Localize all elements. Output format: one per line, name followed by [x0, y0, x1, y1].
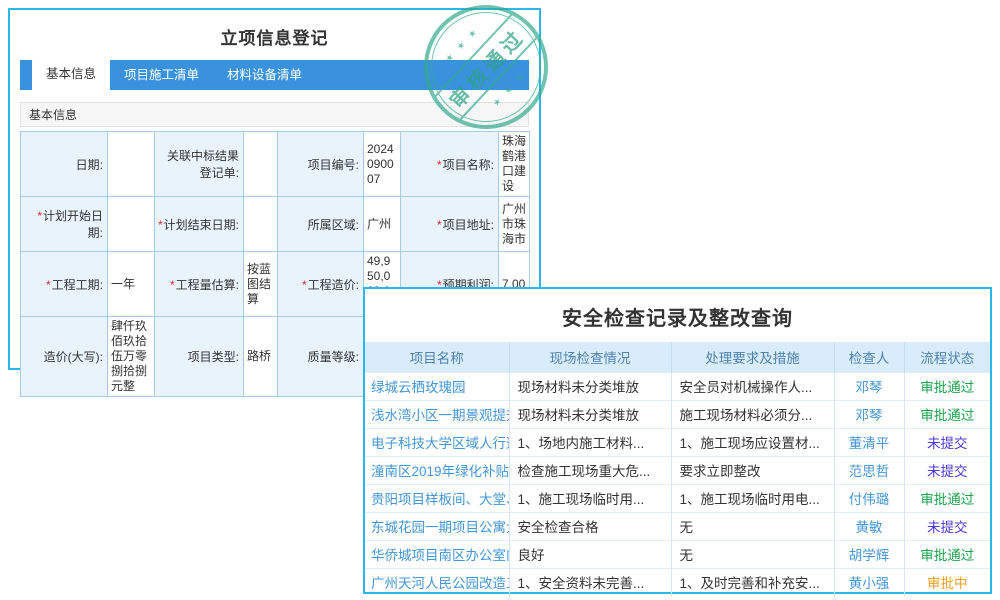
inspection-cell: 1、施工现场临时用...: [509, 484, 671, 512]
registration-tabbar: 基本信息 项目施工清单 材料设备清单: [20, 60, 529, 90]
basic-info-section-header: 基本信息: [20, 102, 529, 127]
field-value-project-type: 路桥: [244, 317, 278, 397]
tab-construction-list[interactable]: 项目施工清单: [110, 60, 213, 90]
col-header-inspection: 现场检查情况: [509, 342, 671, 372]
table-header-row: 项目名称 现场检查情况 处理要求及措施 检查人 流程状态: [365, 342, 990, 372]
registration-title: 立项信息登记: [10, 10, 539, 60]
field-label-quantity-estimate: *工程量估算:: [155, 252, 244, 317]
field-value-project-no: 2024090007: [364, 132, 401, 197]
status-badge: 未提交: [904, 456, 990, 484]
field-value-project-name: 珠海鹤港口建设: [499, 132, 530, 197]
field-value-plan-start: [108, 197, 155, 252]
field-value-plan-end: [244, 197, 278, 252]
tab-material-equipment-list[interactable]: 材料设备清单: [213, 60, 316, 90]
safety-query-panel: 安全检查记录及整改查询 项目名称 现场检查情况 处理要求及措施 检查人 流程状态…: [363, 287, 992, 594]
project-name-link[interactable]: 潼南区2019年绿化补贴项: [365, 456, 509, 484]
inspection-cell: 检查施工现场重大危...: [509, 456, 671, 484]
inspector-cell: 黄小强: [834, 568, 904, 596]
col-header-inspector: 检查人: [834, 342, 904, 372]
measures-cell: 要求立即整改: [671, 456, 834, 484]
status-badge: 审批通过: [904, 540, 990, 568]
inspection-cell: 良好: [509, 540, 671, 568]
status-badge: 审批通过: [904, 484, 990, 512]
field-value-duration: 一年: [108, 252, 155, 317]
required-asterisk: *: [46, 278, 51, 292]
inspector-cell: 邓琴: [834, 400, 904, 428]
field-value-quantity-estimate: 按蓝图结算: [244, 252, 278, 317]
field-label-duration: *工程工期:: [21, 252, 108, 317]
table-row: 东城花园一期项目公寓大 安全检查合格 无 黄敏 未提交: [365, 512, 990, 540]
project-name-link[interactable]: 东城花园一期项目公寓大: [365, 512, 509, 540]
field-label-project-name: *项目名称:: [401, 132, 499, 197]
project-name-link[interactable]: 浅水湾小区一期景观提升: [365, 400, 509, 428]
inspector-cell: 付伟璐: [834, 484, 904, 512]
field-label-cost-in-words: 造价(大写):: [21, 317, 108, 397]
status-badge: 未提交: [904, 512, 990, 540]
field-value-date: [108, 132, 155, 197]
table-row: 浅水湾小区一期景观提升 现场材料未分类堆放 施工现场材料必须分... 邓琴 审批…: [365, 400, 990, 428]
project-name-link[interactable]: 广州天河人民公园改造工: [365, 568, 509, 596]
required-asterisk: *: [37, 209, 42, 223]
status-badge: 未提交: [904, 428, 990, 456]
col-header-measures: 处理要求及措施: [671, 342, 834, 372]
inspection-cell: 现场材料未分类堆放: [509, 372, 671, 400]
field-value-region: 广州: [364, 197, 401, 252]
field-label-project-type: 项目类型:: [155, 317, 244, 397]
tab-basic-info[interactable]: 基本信息: [32, 58, 110, 90]
measures-cell: 施工现场材料必须分...: [671, 400, 834, 428]
table-row: 绿城云栖玫瑰园 现场材料未分类堆放 安全员对机械操作人... 邓琴 审批通过: [365, 372, 990, 400]
measures-cell: 1、及时完善和补充安...: [671, 568, 834, 596]
field-label-project-no: 项目编号:: [278, 132, 364, 197]
field-label-quality-grade: 质量等级:: [278, 317, 364, 397]
table-row: 电子科技大学区域人行道 1、场地内施工材料... 1、施工现场应设置材... 董…: [365, 428, 990, 456]
field-label-plan-end: *计划结束日期:: [155, 197, 244, 252]
measures-cell: 1、施工现场应设置材...: [671, 428, 834, 456]
field-label-plan-start: *计划开始日期:: [21, 197, 108, 252]
status-badge: 审批通过: [904, 372, 990, 400]
field-label-bid-result: 关联中标结果登记单:: [155, 132, 244, 197]
field-value-project-address: 广州市珠海市: [499, 197, 530, 252]
measures-cell: 安全员对机械操作人...: [671, 372, 834, 400]
col-header-project-name: 项目名称: [365, 342, 509, 372]
measures-cell: 无: [671, 512, 834, 540]
safety-query-table: 项目名称 现场检查情况 处理要求及措施 检查人 流程状态 绿城云栖玫瑰园 现场材…: [365, 342, 990, 596]
safety-query-title: 安全检查记录及整改查询: [365, 289, 990, 342]
inspector-cell: 胡学辉: [834, 540, 904, 568]
project-name-link[interactable]: 华侨城项目南区办公室内: [365, 540, 509, 568]
inspection-cell: 1、安全资料未完善...: [509, 568, 671, 596]
field-label-project-address: *项目地址:: [401, 197, 499, 252]
table-row: 潼南区2019年绿化补贴项 检查施工现场重大危... 要求立即整改 范思哲 未提…: [365, 456, 990, 484]
inspector-cell: 邓琴: [834, 372, 904, 400]
inspection-cell: 现场材料未分类堆放: [509, 400, 671, 428]
project-name-link[interactable]: 贵阳项目样板间、大堂、: [365, 484, 509, 512]
required-asterisk: *: [437, 218, 442, 232]
form-row: 日期: 关联中标结果登记单: 项目编号: 2024090007 *项目名称: 珠…: [21, 132, 530, 197]
required-asterisk: *: [158, 218, 163, 232]
required-asterisk: *: [437, 158, 442, 172]
table-row: 贵阳项目样板间、大堂、 1、施工现场临时用... 1、施工现场临时用电... 付…: [365, 484, 990, 512]
form-row: *计划开始日期: *计划结束日期: 所属区域: 广州 *项目地址: 广州市珠海市: [21, 197, 530, 252]
status-badge: 审批中: [904, 568, 990, 596]
field-value-cost-in-words: 肆仟玖佰玖拾伍万零捌拾捌元整: [108, 317, 155, 397]
inspector-cell: 黄敏: [834, 512, 904, 540]
project-name-link[interactable]: 绿城云栖玫瑰园: [365, 372, 509, 400]
status-badge: 审批通过: [904, 400, 990, 428]
field-label-region: 所属区域:: [278, 197, 364, 252]
inspection-cell: 1、场地内施工材料...: [509, 428, 671, 456]
table-row: 广州天河人民公园改造工 1、安全资料未完善... 1、及时完善和补充安... 黄…: [365, 568, 990, 596]
field-label-date: 日期:: [21, 132, 108, 197]
field-value-bid-result: [244, 132, 278, 197]
inspector-cell: 范思哲: [834, 456, 904, 484]
required-asterisk: *: [302, 278, 307, 292]
field-label-project-cost: *工程造价:: [278, 252, 364, 317]
measures-cell: 1、施工现场临时用电...: [671, 484, 834, 512]
col-header-status: 流程状态: [904, 342, 990, 372]
inspector-cell: 董清平: [834, 428, 904, 456]
inspection-cell: 安全检查合格: [509, 512, 671, 540]
project-name-link[interactable]: 电子科技大学区域人行道: [365, 428, 509, 456]
measures-cell: 无: [671, 540, 834, 568]
required-asterisk: *: [170, 278, 175, 292]
table-row: 华侨城项目南区办公室内 良好 无 胡学辉 审批通过: [365, 540, 990, 568]
